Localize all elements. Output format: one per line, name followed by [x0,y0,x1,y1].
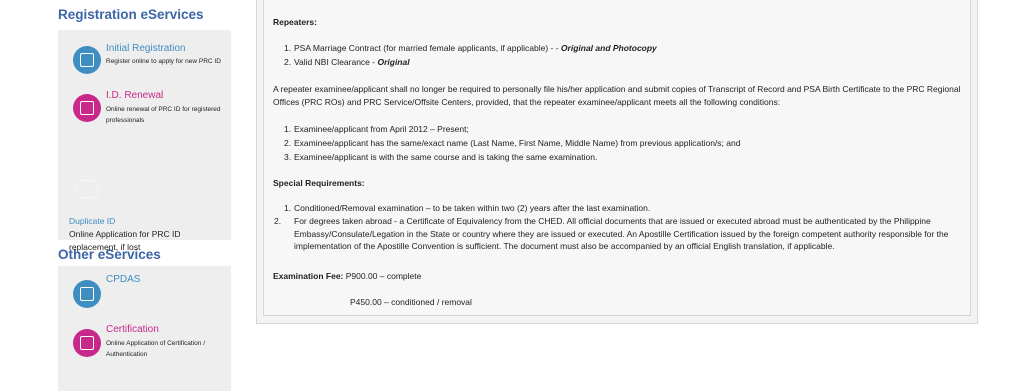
list-item: 2. For degrees taken abroad - a Certifica… [274,216,949,251]
list-item: 2. Valid NBI Clearance - Original [284,57,410,67]
initial-registration-link[interactable]: Initial Registration [106,43,185,54]
other-panel: CPDAS Certification Online Application o… [58,266,231,391]
sidebar: Registration eServices Initial Registrat… [58,0,231,391]
certificate-icon[interactable] [73,329,101,357]
initial-registration-desc: Register online to apply for new PRC ID [106,58,221,65]
examination-fee: Examination Fee: P900.00 – complete [273,271,422,281]
registration-eservices-title: Registration eServices [58,0,231,26]
cpdas-link[interactable]: CPDAS [106,274,140,285]
initial-registration-item[interactable]: Initial Registration Register online to … [58,40,231,90]
repeaters-heading: Repeaters: [273,17,317,27]
id-renewal-item[interactable]: I.D. Renewal Online renewal of PRC ID fo… [58,88,231,138]
id-renewal-desc: Online renewal of PRC ID for registered … [106,106,221,124]
duplicate-id-link[interactable]: Duplicate ID [69,216,115,226]
cpdas-item[interactable]: CPDAS [58,272,231,322]
list-item: 2. Examinee/applicant has the same/exact … [284,138,741,148]
list-item: 1. Examinee/applicant from April 2012 – P… [284,124,469,134]
list-item: 1. Conditioned/Removal examination – to b… [284,203,651,213]
duplicate-id-desc: Online Application for PRC ID replacemen… [69,229,181,252]
document-icon[interactable] [73,46,101,74]
registration-panel: Initial Registration Register online to … [58,30,231,252]
main-content: Repeaters: 1. PSA Marriage Contract (for … [256,0,978,324]
requirements-box: Repeaters: 1. PSA Marriage Contract (for … [263,0,971,316]
list-item: 3. Examinee/applicant is with the same co… [284,152,598,162]
examination-fee-removal: P450.00 – conditioned / removal [350,297,472,307]
list-item: 1. PSA Marriage Contract (for married fem… [284,43,657,53]
certification-desc: Online Application of Certification / Au… [106,340,205,358]
special-requirements-heading: Special Requirements: [273,178,365,188]
certification-link[interactable]: Certification [106,324,159,335]
certification-item[interactable]: Certification Online Application of Cert… [58,324,231,379]
id-renewal-link[interactable]: I.D. Renewal [106,90,163,101]
id-card-icon[interactable] [73,94,101,122]
cpdas-icon[interactable] [73,280,101,308]
repeater-paragraph: A repeater examinee/applicant shall no l… [273,84,961,107]
duplicate-id-icon[interactable] [76,180,98,198]
